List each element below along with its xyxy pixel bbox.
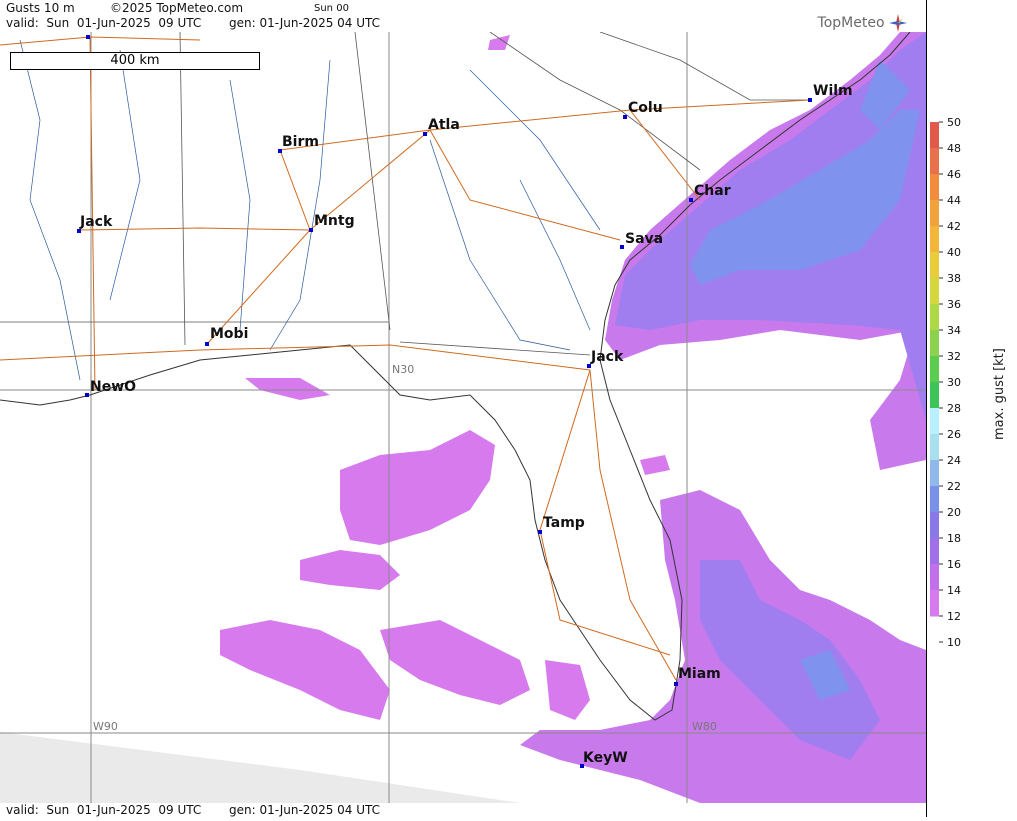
colorbar-segment [930,304,939,331]
colorbar-segment [930,200,939,227]
city-label: Atla [428,117,460,133]
colorbar-tick-label: 30 [947,376,961,389]
colorbar-segment [930,512,939,539]
gust-field [220,32,926,803]
colorbar-tick-label: 46 [947,168,961,181]
colorbar-tick-label: 34 [947,324,961,337]
colorbar-segment [930,278,939,305]
valid-time: valid: Sun 01-Jun-2025 09 UTC [6,16,202,30]
colorbar-segment [930,486,939,513]
colorbar-tick-label: 44 [947,194,961,207]
colorbar-segment [930,356,939,383]
topmeteo-logo: TopMeteo [818,14,907,32]
colorbar-tick-label: 36 [947,298,961,311]
colorbar-tick-label: 42 [947,220,961,233]
logo-text: TopMeteo [817,15,885,31]
colorbar-segment [930,538,939,565]
city-label: Mobi [210,326,249,342]
colorbar-tick-label: 38 [947,272,961,285]
city-label: Miam [678,666,721,682]
colorbar-tick-label: 12 [947,610,961,623]
scale-bar-label: 400 km [110,53,160,68]
city-label: Colu [628,100,663,116]
footer-gen-time: gen: 01-Jun-2025 04 UTC [229,803,381,817]
colorbar-segment [930,330,939,357]
footer: valid: Sun 01-Jun-2025 09 UTC gen: 01-Ju… [0,803,926,817]
colorbar-tick-label: 20 [947,506,961,519]
colorbar-tick-label: 18 [947,532,961,545]
colorbar-tick-label: 22 [947,480,961,493]
city-label: Birm [282,134,319,150]
colorbar-tick-label: 32 [947,350,961,363]
colorbar-segment [930,382,939,409]
city-label: NewO [90,379,137,395]
city-label: KeyW [583,750,628,766]
no-data-region [0,732,520,803]
scale-bar: 400 km [10,52,260,70]
footer-valid-time: valid: Sun 01-Jun-2025 09 UTC [6,803,202,817]
colorbar-tick-label: 14 [947,584,961,597]
colorbar-tick-label: 40 [947,246,961,259]
map-area[interactable]: Wilm Colu Atla Birm Char Sava Mntg Jack … [0,32,926,803]
colorbar-segment [930,564,939,591]
colorbar-tick-label: 50 [947,116,961,129]
city-label: Mntg [314,213,355,229]
grid-label-lon-west: W90 [93,720,118,733]
city-label: Char [694,183,731,199]
colorbar-segment [930,252,939,279]
product-title: Gusts 10 m [6,1,75,15]
city-label: Jack [591,349,624,365]
colorbar-segment [930,174,939,201]
city-label: Wilm [813,83,853,99]
city-label: Sava [625,231,664,247]
compass-icon [889,14,907,32]
colorbar-segment [930,226,939,253]
colorbar-tick-label: 10 [947,636,961,649]
colorbar-segment [930,122,939,149]
colorbar-tick-label: 26 [947,428,961,441]
legend-title: max. gust [kt] [992,348,1007,440]
grid-label-lat: N30 [392,363,415,376]
run-label: Sun 00 [314,3,349,14]
colorbar-segment [930,434,939,461]
map-svg [0,32,926,803]
gen-time: gen: 01-Jun-2025 04 UTC [229,16,381,30]
city-label: Jack [80,214,113,230]
colorbar-segment [930,590,939,617]
colorbar-tick-label: 16 [947,558,961,571]
copyright: ©2025 TopMeteo.com [110,1,244,15]
colorbar-segment [930,460,939,487]
city-label: Tamp [543,515,585,531]
colorbar-segment [930,148,939,175]
colorbar-segment [930,408,939,435]
colorbar-tick-label: 24 [947,454,961,467]
rivers [19,39,601,381]
colorbar-tick-label: 48 [947,142,961,155]
colorbar-tick-label: 28 [947,402,961,415]
grid-label-lon-east: W80 [692,720,717,733]
